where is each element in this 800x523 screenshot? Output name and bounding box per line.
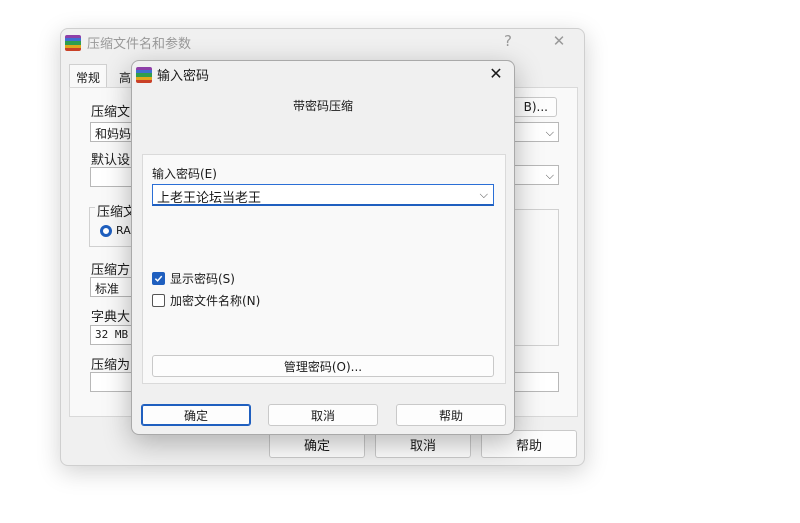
dialog-cancel-button[interactable]: 取消: [268, 404, 378, 426]
dialog-title: 输入密码: [157, 69, 210, 84]
chevron-down-icon[interactable]: ⌵: [480, 188, 488, 202]
method-label: 压缩方: [91, 263, 131, 278]
tab-general[interactable]: 常规: [69, 64, 108, 88]
winrar-icon: [65, 35, 81, 51]
close-icon[interactable]: ✕: [485, 63, 507, 85]
rar-radio-label: RA: [116, 224, 131, 237]
encrypt-names-label: 加密文件名称(N): [170, 294, 261, 308]
chevron-down-icon: ⌵: [545, 169, 554, 182]
manage-passwords-button[interactable]: 管理密码(O)...: [152, 355, 494, 377]
winrar-icon: [136, 67, 152, 83]
archive-name-dropdown[interactable]: ⌵: [513, 122, 559, 142]
dictionary-label: 字典大: [91, 310, 131, 325]
browse-button[interactable]: B)...: [513, 97, 557, 117]
help-icon[interactable]: ?: [498, 31, 518, 51]
compress-to-label: 压缩为: [91, 358, 131, 373]
dialog-ok-button[interactable]: 确定: [141, 404, 251, 426]
dialog-heading: 带密码压缩: [292, 99, 353, 113]
archive-name-label: 压缩文: [91, 105, 131, 120]
profile-dropdown[interactable]: ⌵: [513, 165, 559, 185]
show-password-label: 显示密码(S): [170, 272, 235, 286]
default-settings-label: 默认设: [91, 153, 131, 168]
rar-radio[interactable]: [100, 225, 112, 237]
password-field-right[interactable]: [513, 372, 559, 392]
checkbox-checked-icon: [152, 272, 165, 285]
archive-name-input[interactable]: 和妈妈: [90, 122, 135, 142]
checkbox-unchecked-icon: [152, 294, 165, 307]
password-value: 上老王论坛当老王: [157, 191, 262, 206]
dialog-help-button[interactable]: 帮助: [396, 404, 506, 426]
compress-to-field[interactable]: [90, 372, 135, 392]
chevron-down-icon: ⌵: [545, 126, 554, 139]
password-label: 输入密码(E): [152, 167, 217, 181]
window-title: 压缩文件名和参数: [87, 37, 192, 52]
dictionary-select[interactable]: 32 MB: [90, 325, 135, 345]
default-settings-field[interactable]: [90, 167, 135, 187]
options-group-box: [513, 209, 559, 346]
close-icon[interactable]: ✕: [549, 31, 569, 51]
method-select[interactable]: 标准: [90, 277, 135, 297]
encrypt-names-checkbox[interactable]: 加密文件名称(N): [152, 292, 260, 309]
password-dialog: 输入密码 ✕ 带密码压缩 输入密码(E) 上老王论坛当老王 ⌵ 显示密码(S) …: [131, 60, 515, 435]
show-password-checkbox[interactable]: 显示密码(S): [152, 270, 235, 287]
password-input[interactable]: 上老王论坛当老王 ⌵: [152, 184, 494, 206]
